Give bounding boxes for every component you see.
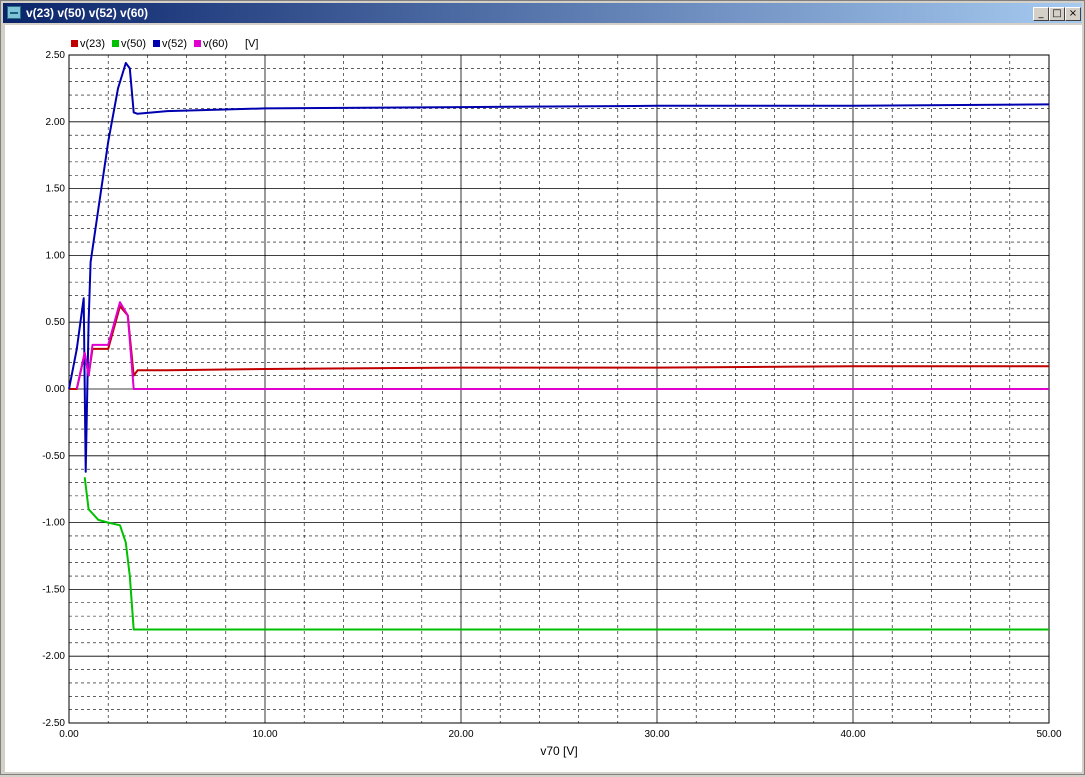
plot-area: 2.50 2.00 1.50 1.00 0.50 0.00 -0.50 -1.00 -1.50 -… (5, 25, 1082, 772)
plot-window: v(23) v(50) v(52) v(60) _ □ × 2.50 2.00 1.… (0, 0, 1085, 775)
x-tick-label: 20.00 (448, 729, 473, 740)
y-tick-label: 1.50 (46, 184, 66, 195)
y-tick-label: 2.00 (46, 117, 66, 128)
legend-swatch (71, 40, 78, 47)
y-tick-label: 1.00 (46, 250, 66, 261)
x-tick-label: 40.00 (840, 729, 865, 740)
x-axis-label: v70 [V] (540, 744, 577, 758)
app-icon (7, 6, 21, 19)
y-tick-label: 0.00 (46, 384, 66, 395)
y-tick-label: -1.00 (42, 518, 65, 529)
y-tick-label: -2.50 (42, 718, 65, 729)
legend-swatch (153, 40, 160, 47)
chart-svg: 2.50 2.00 1.50 1.00 0.50 0.00 -0.50 -1.00 -1.50 -… (42, 38, 1062, 758)
legend-label: v(52) (162, 38, 187, 50)
legend-unit: [V] (245, 38, 258, 50)
x-tick-label: 10.00 (252, 729, 277, 740)
y-tick-label: 2.50 (46, 50, 66, 61)
legend-label: v(23) (80, 38, 105, 50)
maximize-button[interactable]: □ (1049, 7, 1065, 21)
y-tick-label: -1.50 (42, 584, 65, 595)
window-title: v(23) v(50) v(52) v(60) (26, 6, 149, 20)
y-tick-label: -2.00 (42, 651, 65, 662)
x-tick-label: 0.00 (59, 729, 79, 740)
x-tick-label: 30.00 (644, 729, 669, 740)
legend-label: v(60) (203, 38, 228, 50)
y-tick-label: 0.50 (46, 317, 66, 328)
legend-label: v(50) (121, 38, 146, 50)
x-tick-label: 50.00 (1036, 729, 1061, 740)
title-bar[interactable]: v(23) v(50) v(52) v(60) _ □ × (3, 3, 1082, 23)
legend-swatch (112, 40, 119, 47)
close-button[interactable]: × (1065, 7, 1081, 21)
legend-swatch (194, 40, 201, 47)
y-tick-label: -0.50 (42, 451, 65, 462)
minimize-button[interactable]: _ (1033, 7, 1049, 21)
